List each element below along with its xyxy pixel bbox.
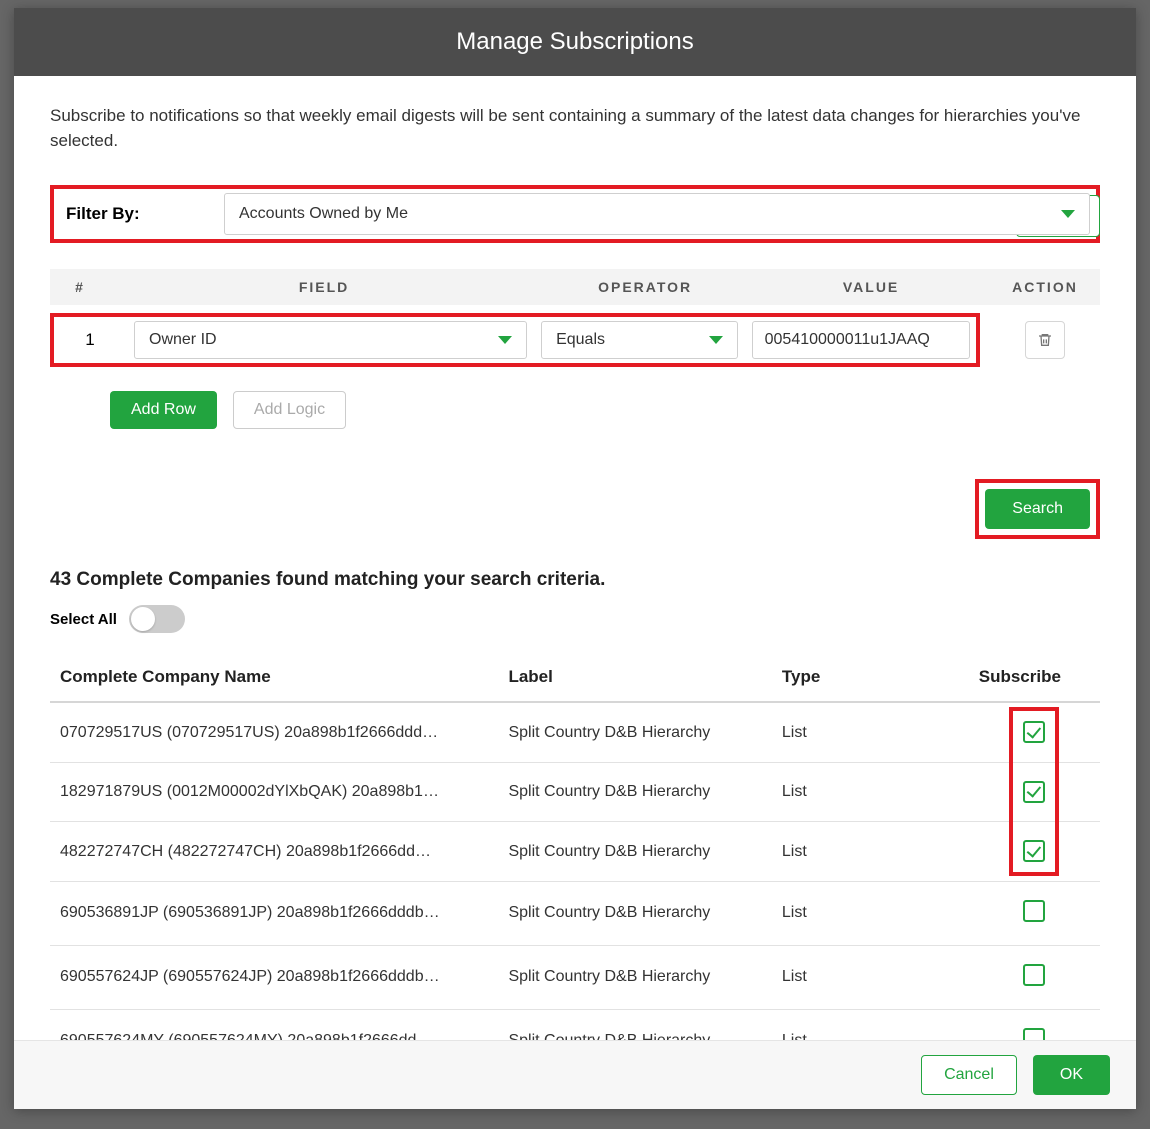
results-table: Complete Company Name Label Type Subscri…: [50, 653, 1100, 1040]
subscribe-cell: [969, 881, 1100, 945]
subscribe-cell: [969, 1009, 1100, 1040]
table-row: 690557624MY (690557624MY) 20a898b1f2666d…: [50, 1009, 1100, 1040]
type-cell: List: [772, 881, 969, 945]
company-name-cell: 690536891JP (690536891JP) 20a898b1f2666d…: [50, 881, 498, 945]
filter-buttons: Add Row Add Logic: [50, 391, 1100, 429]
type-cell: List: [772, 822, 969, 882]
manage-subscriptions-modal: Manage Subscriptions Subscribe to notifi…: [14, 8, 1136, 1109]
search-button[interactable]: Search: [985, 489, 1090, 529]
label-cell: Split Country D&B Hierarchy: [498, 881, 771, 945]
add-row-button[interactable]: Add Row: [110, 391, 217, 429]
field-value: Owner ID: [149, 331, 217, 349]
modal-body: Subscribe to notifications so that weekl…: [14, 76, 1136, 1040]
chevron-down-icon: [498, 336, 512, 344]
subscribe-cell: [969, 702, 1100, 762]
col-header-subscribe: Subscribe: [969, 653, 1100, 702]
filter-by-label: Filter By:: [60, 204, 210, 224]
subscribe-checkbox[interactable]: [1023, 964, 1045, 986]
subscribe-cell: [969, 945, 1100, 1009]
label-cell: Split Country D&B Hierarchy: [498, 702, 771, 762]
table-row: 182971879US (0012M00002dYlXbQAK) 20a898b…: [50, 762, 1100, 822]
label-cell: Split Country D&B Hierarchy: [498, 945, 771, 1009]
company-name-cell: 690557624JP (690557624JP) 20a898b1f2666d…: [50, 945, 498, 1009]
operator-value: Equals: [556, 331, 605, 349]
subscribe-cell: [969, 822, 1100, 882]
select-all-row: Select All: [50, 605, 1100, 633]
intro-text: Subscribe to notifications so that weekl…: [50, 104, 1100, 153]
type-cell: List: [772, 702, 969, 762]
table-row: 690557624JP (690557624JP) 20a898b1f2666d…: [50, 945, 1100, 1009]
col-header-field: FIELD: [110, 279, 538, 295]
field-select[interactable]: Owner ID: [134, 321, 527, 359]
filter-by-select[interactable]: Accounts Owned by Me: [224, 193, 1090, 235]
label-cell: Split Country D&B Hierarchy: [498, 822, 771, 882]
subscribe-cell: [969, 762, 1100, 822]
company-name-cell: 690557624MY (690557624MY) 20a898b1f2666d…: [50, 1009, 498, 1040]
chevron-down-icon: [1061, 210, 1075, 218]
modal-title: Manage Subscriptions: [14, 8, 1136, 76]
col-header-value: VALUE: [752, 279, 990, 295]
filter-row: 1 Owner ID Equals: [50, 305, 1100, 375]
type-cell: List: [772, 762, 969, 822]
label-cell: Split Country D&B Hierarchy: [498, 1009, 771, 1040]
type-cell: List: [772, 1009, 969, 1040]
operator-select[interactable]: Equals: [541, 321, 738, 359]
cancel-button[interactable]: Cancel: [921, 1055, 1017, 1095]
chevron-down-icon: [709, 336, 723, 344]
table-row: 482272747CH (482272747CH) 20a898b1f2666d…: [50, 822, 1100, 882]
subscribe-checkbox[interactable]: [1023, 840, 1045, 862]
company-name-cell: 482272747CH (482272747CH) 20a898b1f2666d…: [50, 822, 498, 882]
add-logic-button[interactable]: Add Logic: [233, 391, 346, 429]
col-header-operator: OPERATOR: [538, 279, 752, 295]
filter-row-highlight: 1 Owner ID Equals: [50, 313, 980, 367]
select-all-label: Select All: [50, 611, 117, 628]
table-row: 070729517US (070729517US) 20a898b1f2666d…: [50, 702, 1100, 762]
search-highlight: Search: [975, 479, 1100, 539]
company-name-cell: 070729517US (070729517US) 20a898b1f2666d…: [50, 702, 498, 762]
results-count: 43 Complete Companies found matching you…: [50, 569, 1100, 591]
company-name-cell: 182971879US (0012M00002dYlXbQAK) 20a898b…: [50, 762, 498, 822]
col-header-company-name: Complete Company Name: [50, 653, 498, 702]
modal-footer: Cancel OK: [14, 1040, 1136, 1109]
subscribe-checkbox[interactable]: [1023, 900, 1045, 922]
col-header-label: Label: [498, 653, 771, 702]
subscribe-checkbox[interactable]: [1023, 781, 1045, 803]
type-cell: List: [772, 945, 969, 1009]
select-all-toggle[interactable]: [129, 605, 185, 633]
filter-columns-header: # FIELD OPERATOR VALUE ACTION: [50, 269, 1100, 305]
subscribe-checkbox[interactable]: [1023, 1028, 1045, 1040]
col-header-action: ACTION: [990, 279, 1100, 295]
table-row: 690536891JP (690536891JP) 20a898b1f2666d…: [50, 881, 1100, 945]
trash-icon: [1037, 332, 1053, 348]
delete-row-button[interactable]: [1025, 321, 1065, 359]
col-header-type: Type: [772, 653, 969, 702]
filter-by-value: Accounts Owned by Me: [239, 205, 408, 223]
ok-button[interactable]: OK: [1033, 1055, 1110, 1095]
filter-row-num: 1: [60, 330, 120, 350]
value-input[interactable]: [752, 321, 970, 359]
label-cell: Split Country D&B Hierarchy: [498, 762, 771, 822]
col-header-num: #: [50, 279, 110, 295]
subscribe-checkbox[interactable]: [1023, 721, 1045, 743]
